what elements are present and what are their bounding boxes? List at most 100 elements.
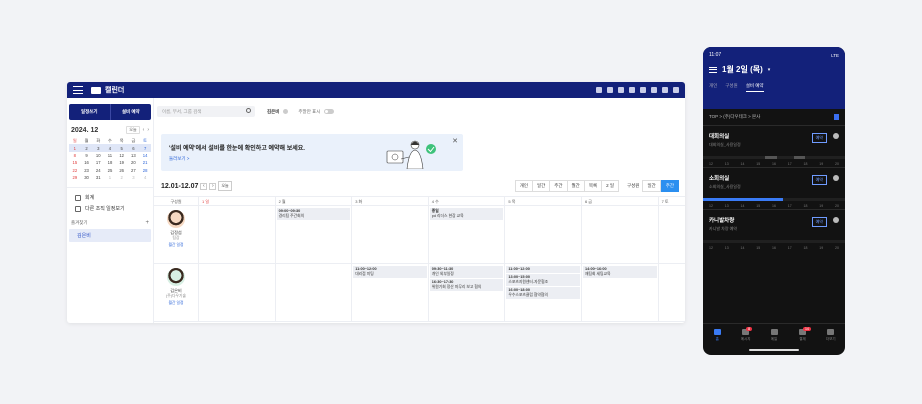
mini-cal-day[interactable]: 8 bbox=[69, 152, 81, 159]
reserve-button[interactable]: 예약 bbox=[811, 133, 827, 143]
mini-cal-day[interactable]: 23 bbox=[81, 167, 93, 174]
tab-personal[interactable]: 개인 bbox=[709, 83, 717, 92]
mini-cal-day[interactable]: 9 bbox=[81, 152, 93, 159]
day-cell[interactable]: 14:00~16:00 재팀회 세팅교육 bbox=[580, 264, 658, 321]
event-item[interactable]: 16:00~18:00 우수스포츠클럽 협약협의 bbox=[506, 286, 580, 299]
favorite-icon[interactable] bbox=[833, 133, 839, 139]
mini-cal-day[interactable]: 29 bbox=[69, 174, 81, 181]
view-month[interactable]: 월간 bbox=[566, 180, 585, 192]
event-item[interactable]: 09:00~09:30 경리팀 주간회의 bbox=[276, 208, 351, 220]
nav-item[interactable]: 메시지 8 bbox=[731, 327, 759, 355]
event-item[interactable]: 종일 pd 리더스 현장 교육 bbox=[429, 208, 504, 220]
mini-cal-day[interactable]: 30 bbox=[81, 174, 93, 181]
today-button[interactable]: 오늘 bbox=[218, 181, 232, 191]
day-cell[interactable] bbox=[657, 264, 685, 321]
room-item[interactable]: 대회의실 대회의실_사용일정 예약 12 13 14 15 16 17 18 19 20 bbox=[703, 125, 845, 167]
member-day-button[interactable]: 일간 bbox=[642, 180, 661, 192]
mini-cal-day[interactable]: 22 bbox=[69, 167, 81, 174]
doc-icon[interactable] bbox=[640, 87, 646, 93]
search-input[interactable]: 이름, 부서, 그룹 검색 bbox=[157, 106, 255, 117]
chevron-right-icon[interactable]: › bbox=[209, 182, 217, 190]
mini-cal-day[interactable]: 13 bbox=[128, 152, 140, 159]
mini-cal-day[interactable]: 25 bbox=[104, 167, 116, 174]
reserve-button[interactable]: 예약 bbox=[811, 175, 827, 185]
chevron-right-icon[interactable]: › bbox=[147, 127, 149, 133]
room-item[interactable]: 카니발차량 카니발 차량 예약 예약 12 13 14 15 16 17 18 19 20 bbox=[703, 209, 845, 251]
mini-cal-day[interactable]: 15 bbox=[69, 159, 81, 166]
view-personal[interactable]: 개인 bbox=[514, 180, 533, 192]
event-item[interactable]: 09:30~11:30 개인 외부일정 bbox=[429, 266, 504, 278]
mini-cal-day[interactable]: 24 bbox=[92, 167, 104, 174]
chat-icon[interactable] bbox=[607, 87, 613, 93]
period-select[interactable]: 2 일 bbox=[601, 180, 620, 192]
facility-booking-button[interactable]: 설비 예약 bbox=[109, 104, 152, 120]
view-list[interactable]: 목록 bbox=[583, 180, 603, 192]
mini-cal-day[interactable]: 7 bbox=[139, 144, 151, 152]
settings-icon[interactable] bbox=[651, 87, 657, 93]
room-item[interactable]: 소회의실 소회의실_사용일정 예약 12 13 14 15 16 17 18 19 20 bbox=[703, 167, 845, 209]
sidebar-item-other-org[interactable]: 다른 조직 일정보기 bbox=[69, 203, 151, 214]
mini-cal-day[interactable]: 20 bbox=[128, 159, 140, 166]
mini-cal-day[interactable]: 5 bbox=[115, 144, 128, 152]
mini-cal-day[interactable]: 4 bbox=[104, 144, 116, 152]
calendar-icon[interactable] bbox=[629, 87, 635, 93]
bookmark-icon[interactable] bbox=[834, 114, 839, 120]
mini-cal-day[interactable]: 18 bbox=[104, 159, 116, 166]
mini-cal-day[interactable]: 2 bbox=[116, 174, 128, 181]
mini-cal-day[interactable]: 14 bbox=[139, 152, 151, 159]
mini-cal-day[interactable]: 27 bbox=[128, 167, 140, 174]
mini-cal-day[interactable]: 12 bbox=[116, 152, 128, 159]
info-icon[interactable] bbox=[283, 109, 289, 114]
day-cell[interactable] bbox=[580, 206, 658, 263]
mini-cal-day[interactable]: 17 bbox=[92, 159, 104, 166]
mini-cal-day[interactable]: 11 bbox=[104, 152, 116, 159]
view-day[interactable]: 일간 bbox=[531, 180, 551, 192]
view-week[interactable]: 주간 bbox=[549, 180, 568, 192]
filter-chip[interactable]: 김은비 bbox=[267, 109, 279, 115]
day-cell[interactable] bbox=[657, 206, 685, 263]
grid-icon[interactable] bbox=[596, 87, 602, 93]
menu-icon[interactable] bbox=[73, 86, 83, 94]
member-links[interactable]: 월간 일정 bbox=[168, 243, 183, 248]
mini-cal-day[interactable]: 19 bbox=[116, 159, 128, 166]
day-cell[interactable] bbox=[351, 206, 428, 263]
mini-cal-day[interactable]: 1 bbox=[104, 174, 116, 181]
mini-cal-day[interactable]: 3 bbox=[128, 174, 140, 181]
event-item[interactable]: 13:00~15:00 스포츠지원센터-자문협조 bbox=[506, 273, 580, 286]
tab-facility[interactable]: 설비 예약 bbox=[745, 83, 764, 92]
day-cell[interactable]: 09:00~09:30 경리팀 주간회의 bbox=[274, 206, 352, 263]
day-cell[interactable] bbox=[274, 264, 352, 321]
event-item[interactable]: 11:00~12:00 bbox=[506, 266, 580, 273]
reserve-button[interactable]: 예약 bbox=[811, 217, 827, 227]
add-favorite-icon[interactable]: + bbox=[145, 220, 149, 226]
favorite-item[interactable]: 김은비 bbox=[69, 229, 151, 243]
mini-cal-day[interactable]: 21 bbox=[139, 159, 151, 166]
favorite-icon[interactable] bbox=[833, 217, 839, 223]
mini-cal-day[interactable]: 2 bbox=[80, 144, 93, 152]
day-cell[interactable]: 11:00~12:00 13:00~15:00 스포츠지원센터-자문협조 16:00~… bbox=[504, 264, 581, 321]
nav-item[interactable]: 홈 bbox=[703, 329, 731, 355]
mini-cal-day[interactable]: 4 bbox=[139, 174, 151, 181]
write-schedule-button[interactable]: 일정쓰기 bbox=[69, 104, 110, 120]
weekend-toggle[interactable] bbox=[324, 109, 335, 114]
member-week-button[interactable]: 주간 bbox=[660, 180, 679, 192]
day-cell[interactable]: 09:30~11:30 개인 외부일정 16:30~17:30 위원기회 정산 마무리… bbox=[427, 264, 505, 321]
mini-cal-today-button[interactable]: 오늘 bbox=[126, 126, 140, 134]
chevron-down-icon[interactable]: ▾ bbox=[768, 67, 771, 73]
mini-cal-day[interactable]: 1 bbox=[69, 144, 81, 152]
mini-cal-day[interactable]: 26 bbox=[116, 167, 128, 174]
day-cell[interactable] bbox=[198, 206, 275, 263]
member-links[interactable]: 월간 일정 bbox=[168, 301, 183, 306]
mini-cal-day[interactable]: 3 bbox=[92, 144, 105, 152]
menu-icon[interactable] bbox=[709, 66, 717, 73]
event-item[interactable]: 16:30~17:30 위원기회 정산 마무리 보고 협의 bbox=[429, 278, 504, 291]
event-item[interactable]: 11:00~12:00 대리점 미팅 bbox=[353, 266, 427, 278]
bell-icon[interactable] bbox=[673, 87, 679, 93]
mail-icon[interactable] bbox=[618, 87, 624, 93]
favorite-icon[interactable] bbox=[833, 175, 839, 181]
chevron-left-icon[interactable]: ‹ bbox=[143, 127, 145, 133]
mini-cal-day[interactable]: 6 bbox=[127, 144, 140, 152]
nav-item[interactable]: 메일 bbox=[760, 329, 788, 355]
nav-item[interactable]: 결재 14 bbox=[788, 327, 816, 355]
apps-icon[interactable] bbox=[662, 87, 668, 93]
